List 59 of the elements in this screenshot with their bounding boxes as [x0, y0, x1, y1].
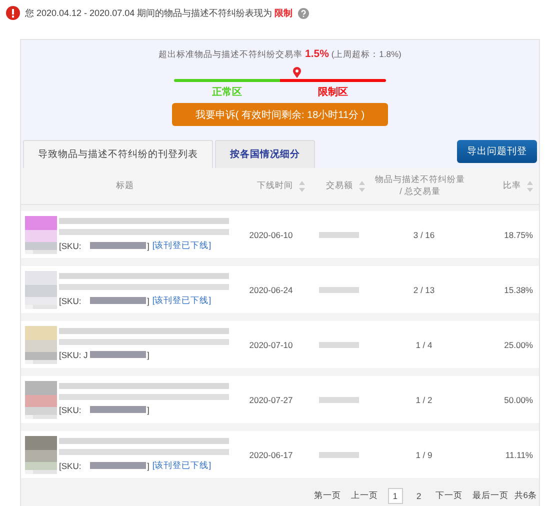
restricted-zone-label: 限制区 [317, 86, 349, 99]
blurred-sku-drawing [90, 406, 146, 413]
sku-label: [SKU: J [59, 350, 89, 360]
dispute-rate: 50.00% [504, 394, 533, 404]
tab[interactable]: 导致物品与描述不符纠纷的刊登列表 [23, 140, 213, 168]
offline-date: 2020-07-10 [249, 340, 293, 350]
sku-bracket: ] [147, 240, 150, 250]
listing-offline-link[interactable]: [该刊登已下线] [152, 294, 212, 306]
offline-date: 2020-06-10 [249, 230, 293, 240]
blurred-sku-drawing [90, 242, 146, 249]
dispute-rate: 11.11% [505, 450, 533, 460]
blurred-sku-drawing [90, 351, 146, 358]
alert-text: 您 2020.04.12 - 2020.07.04 期间的物品与描述不符纠纷表现为 限制 [25, 6, 293, 20]
blurred-amount-drawing [319, 232, 359, 238]
listing-offline-link[interactable]: [该刊登已下线] [152, 460, 212, 472]
last-page-link[interactable]: 最后一页 [472, 490, 508, 502]
sku-label: [SKU: [59, 404, 82, 414]
warning-icon [6, 6, 20, 20]
offline-date: 2020-07-27 [249, 394, 293, 404]
exceed-rate-text: 超出标准物品与描述不符纠纷交易率 1.5% (上周超标：1.8%) [158, 48, 402, 61]
sku-bracket: ] [147, 350, 150, 360]
sort-icon[interactable] [359, 180, 365, 192]
sku-label: [SKU: [59, 296, 82, 306]
column-header: 标题 [116, 180, 134, 192]
sku-label: [SKU: [59, 240, 82, 250]
offline-date: 2020-06-24 [249, 284, 293, 294]
help-icon[interactable] [298, 8, 309, 18]
listing-offline-link[interactable]: [该刊登已下线] [152, 240, 212, 252]
dispute-count: 1 / 2 [416, 394, 432, 404]
dispute-count: 2 / 13 [413, 284, 435, 294]
previous-page-link[interactable]: 上一页 [350, 490, 378, 502]
column-header: 物品与描述不符纠纷量 / 总交易量 [375, 174, 465, 198]
dispute-rate: 18.75% [504, 230, 533, 240]
offline-date: 2020-06-17 [249, 450, 293, 460]
page-number[interactable]: 1 [388, 488, 403, 504]
dispute-count: 1 / 9 [416, 450, 432, 460]
dispute-count: 1 / 4 [416, 340, 432, 350]
page-number[interactable]: 2 [412, 489, 426, 503]
normal-zone-label: 正常区 [211, 86, 243, 99]
total-count: 共6条 [514, 490, 537, 502]
sort-icon[interactable] [527, 180, 533, 192]
blurred-sku-drawing [90, 462, 146, 469]
blurred-sku-drawing [90, 297, 146, 304]
sku-bracket: ] [147, 296, 150, 306]
sku-bracket: ] [147, 404, 150, 414]
blurred-amount-drawing [319, 342, 359, 348]
dispute-count: 3 / 16 [413, 230, 435, 240]
first-page-link[interactable]: 第一页 [314, 490, 341, 502]
sku-bracket: ] [147, 460, 150, 470]
blurred-amount-drawing [319, 286, 359, 292]
sku-label: [SKU: [59, 460, 82, 470]
sort-icon[interactable] [299, 180, 305, 192]
next-page-link[interactable]: 下一页 [435, 490, 462, 502]
blurred-amount-drawing [319, 396, 359, 402]
export-button[interactable]: 导出问题刊登 [457, 140, 537, 163]
tab[interactable]: 按各国情况细分 [215, 140, 315, 168]
dispute-rate: 15.38% [504, 284, 533, 294]
blurred-amount-drawing [319, 452, 359, 458]
dispute-rate: 25.00% [504, 340, 533, 350]
